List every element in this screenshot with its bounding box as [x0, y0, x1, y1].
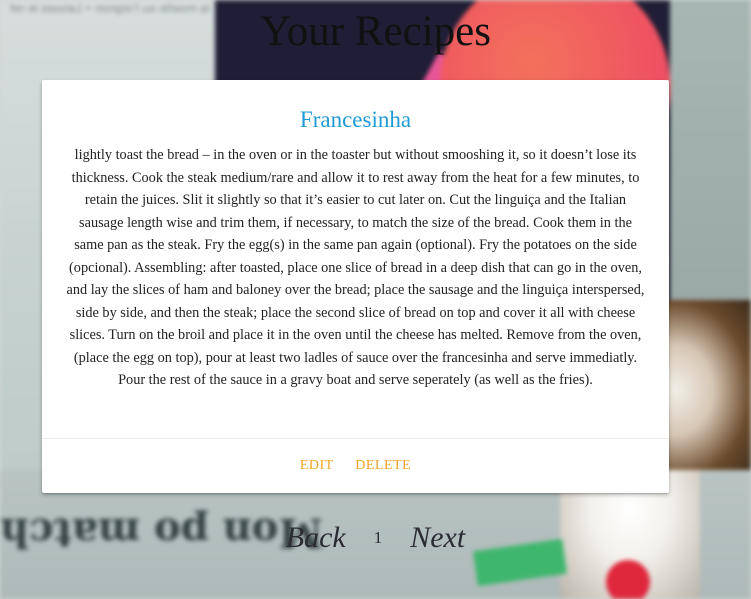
page-title: Your Recipes: [260, 8, 491, 55]
delete-button[interactable]: DELETE: [355, 456, 411, 476]
pagination: Back 1 Next: [0, 516, 751, 560]
recipe-title: Francesinha: [299, 107, 412, 132]
edit-button[interactable]: EDIT: [300, 456, 334, 476]
current-page-number: 1: [373, 528, 383, 547]
back-button[interactable]: Back: [286, 516, 346, 560]
card-actions: EDIT DELETE: [42, 456, 669, 476]
card-divider: [42, 438, 669, 439]
recipe-instructions: lightly toast the bread – in the oven or…: [66, 147, 645, 388]
next-button[interactable]: Next: [410, 516, 465, 560]
recipe-card: Francesinha lightly toast the bread – in…: [42, 80, 669, 493]
background-red-dot: [606, 560, 650, 599]
